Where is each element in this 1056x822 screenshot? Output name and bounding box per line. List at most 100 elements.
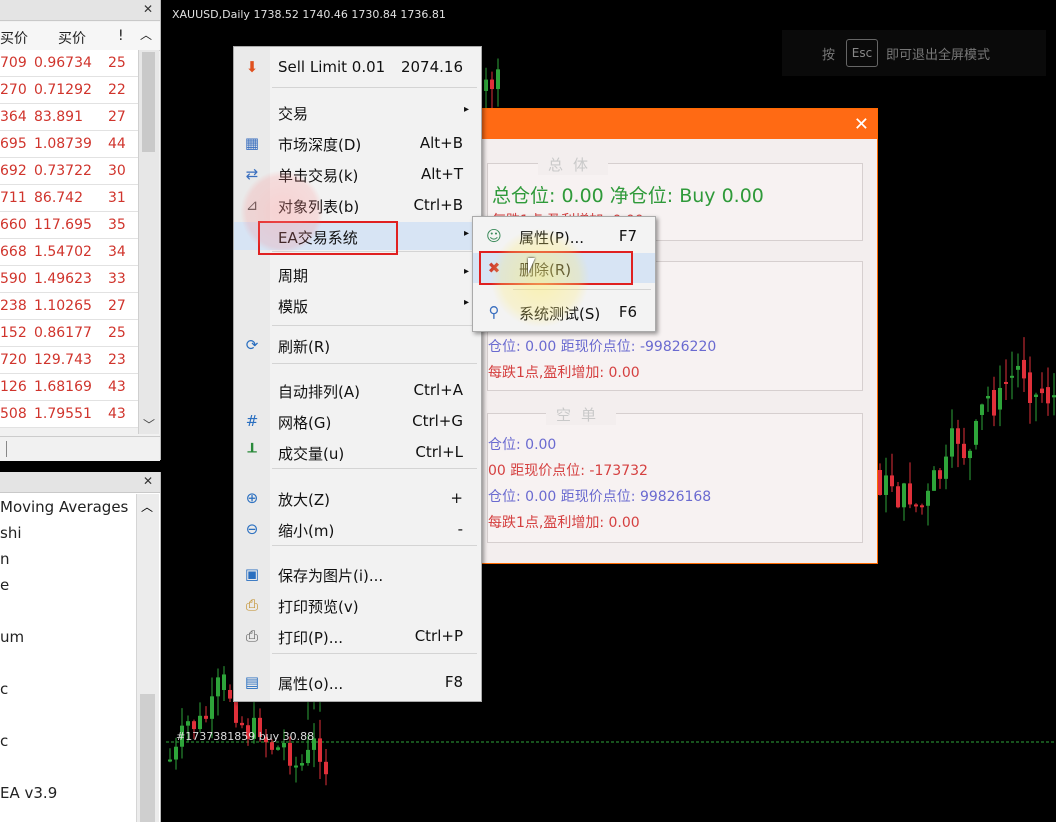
menu-item[interactable]: ⊖ 缩小(m) - (234, 515, 481, 543)
quote-row[interactable]: 590 1.49623 33 (0, 266, 138, 293)
col-ask-header[interactable]: 买价 (58, 28, 86, 48)
menu-item[interactable]: 交易 ▸ (234, 98, 481, 126)
short-profit-text: 每跌1点,盈利增加: 0.00 (488, 515, 640, 531)
navigator-item[interactable]: Moving Averages (0, 498, 134, 516)
object-list-icon: ⊿ (245, 196, 259, 214)
candle-body (908, 483, 912, 505)
highlight-box-ea (258, 221, 398, 255)
ea-info-dialog: ✕ 总体 总仓位: 0.00 净仓位: Buy 0.00 每跌1点,盈利增加: … (478, 108, 878, 564)
menu-item-shortcut: Ctrl+G (412, 412, 463, 430)
candle-body (168, 759, 172, 762)
candle-body (270, 742, 274, 750)
candle-body (294, 765, 298, 768)
market-watch-scrollbar[interactable]: ﹀ (138, 50, 159, 434)
menu-item[interactable]: ▤ 属性(o)... F8 (234, 668, 481, 696)
grid-icon: # (245, 412, 259, 430)
candle-body (496, 69, 500, 90)
ea-properties-icon: ☺ (486, 227, 502, 245)
candle-body (198, 715, 202, 730)
quote-ask: 129.743 (34, 352, 92, 368)
navigator-item[interactable]: c (0, 680, 134, 698)
menu-item[interactable]: ⎙ 打印预览(v) (234, 591, 481, 619)
navigator-item[interactable]: c (0, 732, 134, 750)
navigator-item[interactable]: um (0, 628, 134, 646)
navigator-item[interactable]: e (0, 576, 134, 594)
candle-body (216, 677, 220, 697)
menu-item[interactable]: ⇄ 单击交易(k) Alt+T (234, 160, 481, 188)
submenu-arrow-icon: ▸ (463, 228, 469, 239)
menu-item-label: 模版 (278, 298, 309, 316)
submenu-item-shortcut: F6 (618, 303, 637, 321)
scroll-up-icon[interactable]: ︿ (140, 26, 152, 43)
quote-spread: 23 (108, 352, 126, 368)
ea-dialog-titlebar[interactable]: ✕ (479, 109, 877, 139)
navigator-scrollbar[interactable]: ︿ (136, 494, 159, 822)
menu-item[interactable]: ▦ 市场深度(D) Alt+B (234, 129, 481, 157)
quote-spread: 35 (108, 217, 126, 233)
menu-item[interactable]: ┸ 成交量(u) Ctrl+L (234, 438, 481, 466)
quote-row[interactable]: 152 0.86177 25 (0, 320, 138, 347)
col-spread-header[interactable]: ! (118, 28, 124, 44)
candle-body (192, 721, 196, 730)
submenu-item-label: 属性(P)... (519, 229, 585, 247)
candle-body (992, 389, 996, 416)
market-watch-tabs (0, 436, 160, 461)
quote-row[interactable]: 668 1.54702 34 (0, 239, 138, 266)
candle-body (980, 404, 984, 415)
menu-item[interactable]: ⬇ Sell Limit 0.01 2074.16 (234, 53, 481, 81)
scrollbar-thumb[interactable] (142, 52, 155, 152)
quote-row[interactable]: 695 1.08739 44 (0, 131, 138, 158)
candle-body (932, 470, 936, 491)
quote-row[interactable]: 270 0.71292 22 (0, 77, 138, 104)
quote-row[interactable]: 238 1.10265 27 (0, 293, 138, 320)
menu-item[interactable]: ▣ 保存为图片(i)... (234, 560, 481, 588)
quote-ask: 1.10265 (34, 298, 92, 314)
menu-item[interactable]: ⟳ 刷新(R) (234, 331, 481, 359)
menu-item[interactable]: ⊕ 放大(Z) + (234, 484, 481, 512)
quote-row[interactable]: 711 86.742 31 (0, 185, 138, 212)
quote-row[interactable]: 364 83.891 27 (0, 104, 138, 131)
quote-spread: 44 (108, 136, 126, 152)
nav-scrollbar-thumb[interactable] (140, 694, 155, 822)
zoom-out-icon: ⊖ (245, 520, 259, 538)
navigator-item[interactable]: n (0, 550, 134, 568)
submenu-item[interactable]: ⚲ 系统测试(S) F6 (473, 297, 655, 327)
ea-dialog-close-icon[interactable]: ✕ (854, 114, 869, 135)
candle-body (926, 490, 930, 506)
quote-spread: 25 (108, 325, 126, 341)
menu-item[interactable]: ⊿ 对象列表(b) Ctrl+B (234, 191, 481, 219)
submenu-item[interactable]: ☺ 属性(P)... F7 (473, 221, 655, 251)
quote-row[interactable]: 660 117.695 35 (0, 212, 138, 239)
submenu-arrow-icon: ▸ (463, 266, 469, 277)
menu-item[interactable]: 自动排列(A) Ctrl+A (234, 376, 481, 404)
navigator-item[interactable]: EA v3.9 (0, 784, 134, 802)
tab-divider (6, 441, 7, 457)
quote-row[interactable]: 709 0.96734 25 (0, 50, 138, 77)
quote-bid: 692 (0, 163, 27, 179)
market-watch-close-icon[interactable]: ✕ (143, 2, 153, 16)
quote-row[interactable]: 720 129.743 23 (0, 347, 138, 374)
menu-item[interactable]: ⎙ 打印(P)... Ctrl+P (234, 622, 481, 650)
menu-item-shortcut: + (450, 489, 463, 507)
fullscreen-esc-hint: 按 Esc 即可退出全屏模式 (782, 30, 1046, 76)
menu-item-shortcut: - (457, 520, 463, 538)
candle-body (288, 742, 292, 766)
candle-body (222, 674, 226, 690)
menu-item[interactable]: 周期 ▸ (234, 260, 481, 288)
nav-scroll-up-icon[interactable]: ︿ (141, 498, 153, 515)
menu-item[interactable]: 模版 ▸ (234, 291, 481, 319)
quote-row[interactable]: 126 1.68169 43 (0, 374, 138, 401)
col-bid-header[interactable]: 买价 (0, 28, 28, 48)
quote-row[interactable]: 508 1.79551 43 (0, 401, 138, 428)
navigator-item[interactable]: shi (0, 524, 134, 542)
scroll-down-icon[interactable]: ﹀ (139, 416, 159, 434)
short-position2-text: 仓位: 0.00 距现价点位: 99826168 (488, 489, 712, 505)
menu-item-label: 缩小(m) (278, 522, 335, 540)
candle-body (938, 470, 942, 479)
navigator-close-icon[interactable]: ✕ (143, 474, 153, 488)
candle-body (902, 483, 906, 508)
market-watch-titlebar: ✕ (0, 0, 160, 21)
menu-separator (272, 468, 477, 469)
menu-item[interactable]: # 网格(G) Ctrl+G (234, 407, 481, 435)
quote-row[interactable]: 692 0.73722 30 (0, 158, 138, 185)
